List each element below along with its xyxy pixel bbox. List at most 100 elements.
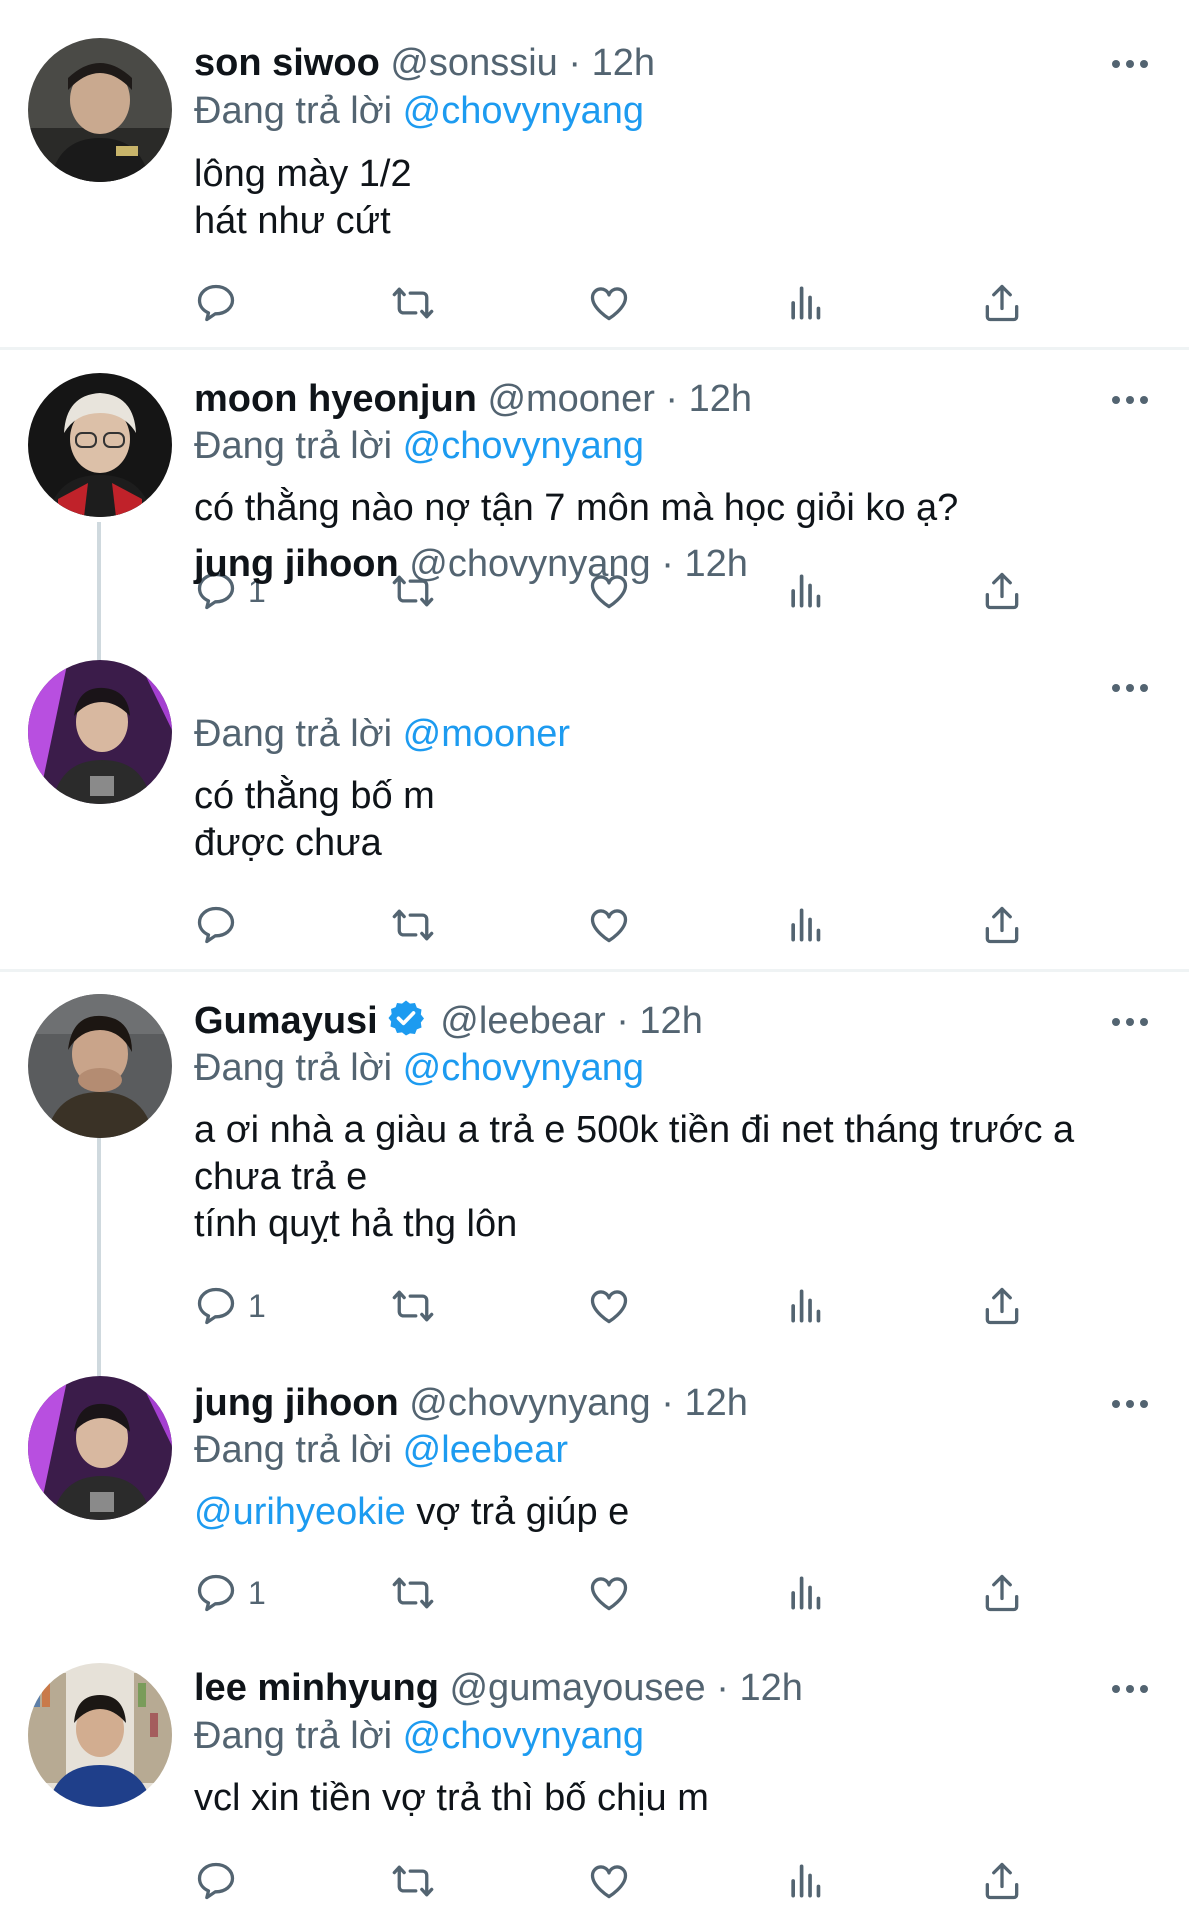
separator-dot: · <box>661 543 674 585</box>
retweet-button[interactable] <box>391 275 435 331</box>
display-name[interactable]: Gumayusi <box>194 1000 378 1042</box>
separator-dot: · <box>616 1000 629 1042</box>
replying-to: Đang trả lời @chovynyang <box>194 1045 644 1091</box>
replying-to-mention[interactable]: @chovynyang <box>403 425 644 467</box>
like-button[interactable] <box>587 1278 631 1334</box>
display-name[interactable]: lee minhyung <box>194 1667 439 1709</box>
user-handle[interactable]: @leebear <box>440 1000 605 1042</box>
retweet-button[interactable] <box>391 1853 435 1909</box>
views-icon <box>791 286 821 320</box>
reply-icon <box>197 1862 235 1900</box>
tweet-text-line: @urihyeokie vợ trả giúp e <box>194 1489 1154 1536</box>
views-icon <box>791 1864 821 1898</box>
replying-to-label: Đang trả lời <box>194 1715 393 1757</box>
share-button[interactable] <box>980 1853 1024 1909</box>
tweet-text-line: a ơi nhà a giàu a trả e 500k tiền đi net… <box>194 1109 1075 1151</box>
views-button[interactable] <box>784 897 828 953</box>
like-button[interactable] <box>587 897 631 953</box>
views-button[interactable] <box>784 1278 828 1334</box>
reply-icon <box>197 284 235 322</box>
user-handle[interactable]: @mooner <box>487 378 654 420</box>
reply-button[interactable] <box>194 1853 248 1909</box>
replying-to-mention[interactable]: @mooner <box>403 713 570 755</box>
reply-icon <box>197 1574 235 1612</box>
more-icon[interactable] <box>1108 54 1152 74</box>
tweet-text-line: vcl xin tiền vợ trả thì bố chịu m <box>194 1777 709 1819</box>
display-name[interactable]: jung jihoon <box>194 1382 399 1424</box>
avatar[interactable] <box>28 1376 172 1520</box>
retweet-button[interactable] <box>391 897 435 953</box>
more-icon[interactable] <box>1108 1394 1152 1414</box>
heart-icon <box>590 287 628 321</box>
more-icon[interactable] <box>1108 1012 1152 1032</box>
tweet-text-line: lông mày 1/2 <box>194 153 412 195</box>
avatar[interactable] <box>28 1663 172 1807</box>
separator-dot: · <box>716 1667 729 1709</box>
share-button[interactable] <box>980 1565 1024 1621</box>
timestamp[interactable]: 12h <box>684 1382 747 1424</box>
like-button[interactable] <box>587 275 631 331</box>
views-button[interactable] <box>784 1853 828 1909</box>
tweet-header: son siwoo @sonssiu · 12h <box>194 40 655 86</box>
avatar[interactable] <box>28 660 172 804</box>
tweet-text-line: có thằng nào nợ tận 7 môn mà học giỏi ko… <box>194 487 959 529</box>
replying-to-mention[interactable]: @chovynyang <box>403 1047 644 1089</box>
timestamp[interactable]: 12h <box>739 1667 802 1709</box>
like-button[interactable] <box>587 1565 631 1621</box>
share-button[interactable] <box>980 563 1024 619</box>
replying-to-mention[interactable]: @chovynyang <box>403 90 644 132</box>
more-icon[interactable] <box>1108 1679 1152 1699</box>
avatar[interactable] <box>28 994 172 1138</box>
timestamp[interactable]: 12h <box>592 42 655 84</box>
share-button[interactable] <box>980 897 1024 953</box>
replying-to-mention[interactable]: @leebear <box>403 1429 568 1471</box>
avatar[interactable] <box>28 38 172 182</box>
replying-to-mention[interactable]: @chovynyang <box>403 1715 644 1757</box>
retweet-button[interactable] <box>391 1278 435 1334</box>
user-handle[interactable]: @sonssiu <box>390 42 557 84</box>
like-button[interactable] <box>587 1853 631 1909</box>
separator-dot: · <box>661 1382 674 1424</box>
action-bar <box>194 1853 1064 1909</box>
views-icon <box>791 908 821 942</box>
timestamp[interactable]: 12h <box>684 543 747 585</box>
avatar-image <box>28 1376 172 1520</box>
replying-to-label: Đang trả lời <box>194 90 393 132</box>
display-name[interactable]: son siwoo <box>194 42 380 84</box>
more-icon[interactable] <box>1108 678 1152 698</box>
display-name[interactable]: moon hyeonjun <box>194 378 477 420</box>
retweet-icon <box>392 1290 434 1322</box>
views-button[interactable] <box>784 275 828 331</box>
reply-button[interactable] <box>194 275 248 331</box>
divider <box>0 969 1189 972</box>
action-bar: 1 <box>194 1565 1064 1621</box>
share-icon <box>985 1287 1019 1325</box>
views-button[interactable] <box>784 1565 828 1621</box>
share-button[interactable] <box>980 275 1024 331</box>
reply-count: 1 <box>248 1287 266 1324</box>
user-handle[interactable]: @gumayousee <box>449 1667 705 1709</box>
reply-count: 1 <box>248 1574 266 1611</box>
display-name[interactable]: jung jihoon <box>194 543 399 585</box>
timestamp[interactable]: 12h <box>639 1000 702 1042</box>
reply-button[interactable]: 1 <box>194 1565 266 1621</box>
tweet-text: có thằng bố m được chưa <box>194 773 1154 867</box>
replying-to: Đang trả lời @chovynyang <box>194 423 644 469</box>
share-icon <box>985 284 1019 322</box>
timestamp[interactable]: 12h <box>689 378 752 420</box>
retweet-icon <box>392 909 434 941</box>
reply-button[interactable] <box>194 897 248 953</box>
retweet-button[interactable] <box>391 1565 435 1621</box>
share-button[interactable] <box>980 1278 1024 1334</box>
avatar[interactable] <box>28 373 172 517</box>
views-button[interactable] <box>784 563 828 619</box>
avatar-image <box>28 373 172 517</box>
more-icon[interactable] <box>1108 390 1152 410</box>
replying-to-label: Đang trả lời <box>194 425 393 467</box>
views-icon <box>791 574 821 608</box>
reply-button[interactable]: 1 <box>194 1278 266 1334</box>
mention-link[interactable]: @urihyeokie <box>194 1491 406 1533</box>
tweet[interactable]: son siwoo @sonssiu · 12h Đang trả lời @c… <box>0 0 1189 350</box>
user-handle[interactable]: @chovynyang <box>409 543 650 585</box>
user-handle[interactable]: @chovynyang <box>409 1382 650 1424</box>
